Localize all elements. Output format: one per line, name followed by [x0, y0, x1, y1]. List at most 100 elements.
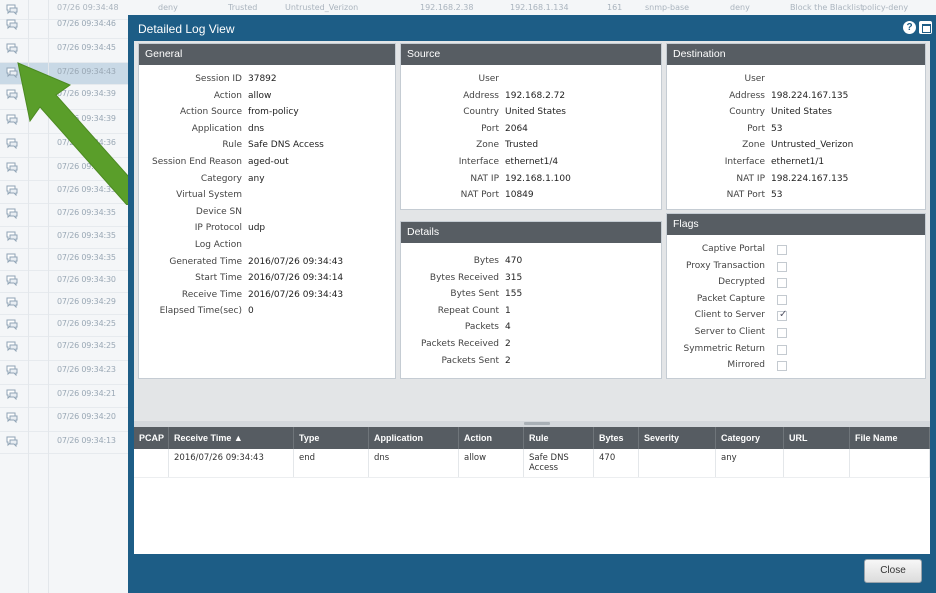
column-header[interactable]: Severity — [639, 427, 716, 449]
flag-label: Client to Server — [694, 310, 765, 321]
log-cell-action: deny — [158, 3, 178, 12]
flags-header: Flags — [667, 214, 925, 235]
general-label: Receive Time — [181, 289, 242, 300]
grid-column — [784, 449, 850, 477]
flags-panel: Flags Captive Portal Proxy Transaction Dec… — [666, 213, 926, 379]
detail-view-icon[interactable] — [6, 389, 18, 400]
destination-label: Country — [729, 107, 765, 118]
detail-view-icon[interactable] — [6, 4, 18, 15]
destination-value: ethernet1/1 — [771, 157, 825, 167]
detail-view-icon[interactable] — [6, 297, 18, 308]
flag-row: Mirrored — [667, 360, 925, 376]
general-value: udp — [248, 223, 266, 234]
column-header[interactable]: Receive Time ▲ — [169, 427, 294, 449]
column-header[interactable]: Category — [716, 427, 784, 449]
column-header[interactable]: Application — [369, 427, 459, 449]
general-value: from-policy — [248, 107, 299, 118]
flag-label: Decrypted — [718, 277, 765, 288]
grid-cell: end — [299, 453, 316, 463]
flag-checkbox[interactable] — [777, 278, 787, 289]
help-icon[interactable]: ? — [903, 21, 916, 34]
flag-checkbox[interactable] — [777, 261, 787, 272]
source-row: Address 192.168.2.72 — [401, 91, 661, 107]
grid-cell: dns — [374, 453, 390, 463]
general-label: IP Protocol — [194, 223, 242, 234]
source-row: User — [401, 74, 661, 90]
detail-view-icon[interactable] — [6, 185, 18, 196]
destination-row: NAT Port 53 — [667, 190, 925, 206]
flag-row: Proxy Transaction — [667, 261, 925, 277]
maximize-icon[interactable] — [919, 21, 932, 34]
grid-row-divider — [134, 477, 930, 478]
detail-view-icon[interactable] — [6, 208, 18, 219]
flag-row: Server to Client — [667, 327, 925, 343]
column-header[interactable]: PCAP — [134, 427, 169, 449]
log-receive-time: 07/26 09:34:36 — [57, 162, 116, 171]
flag-checkbox[interactable] — [777, 344, 787, 355]
flag-checkbox[interactable] — [777, 309, 787, 322]
general-label: Generated Time — [169, 256, 242, 267]
log-receive-time: 07/26 09:34:29 — [57, 297, 116, 306]
detail-view-icon[interactable] — [6, 114, 18, 125]
general-value: aged-out — [248, 157, 289, 167]
log-receive-time: 07/26 09:34:39 — [57, 114, 116, 123]
details-value: 315 — [505, 272, 523, 283]
detail-view-icon[interactable] — [6, 138, 18, 149]
detail-view-icon[interactable] — [6, 412, 18, 423]
detail-view-icon[interactable] — [6, 341, 18, 352]
details-header: Details — [401, 222, 661, 243]
log-receive-time: 07/26 09:34:39 — [57, 89, 116, 98]
detail-view-icon[interactable] — [6, 89, 18, 100]
log-receive-time: 07/26 09:34:35 — [57, 185, 116, 194]
log-cell-port: 161 — [607, 3, 623, 12]
details-label: Packets Received — [421, 339, 499, 349]
close-button[interactable]: Close — [864, 559, 922, 583]
details-panel: Details Bytes 470 Bytes Received 315 Bytes S… — [400, 221, 662, 379]
detail-view-icon[interactable] — [6, 67, 18, 78]
detail-view-icon[interactable] — [6, 19, 18, 30]
detail-view-icon[interactable] — [6, 43, 18, 54]
flag-label: Mirrored — [727, 360, 765, 371]
details-label: Packets — [464, 322, 499, 333]
column-header[interactable]: Bytes — [594, 427, 639, 449]
details-label: Packets Sent — [441, 355, 499, 366]
column-header[interactable]: Action — [459, 427, 524, 449]
flag-checkbox[interactable] — [777, 245, 787, 255]
general-label: Start Time — [195, 273, 242, 284]
general-row: Elapsed Time(sec) 0 — [139, 306, 395, 322]
log-cell-source: 192.168.2.38 — [420, 3, 474, 12]
details-row: Packets Received 2 — [401, 339, 661, 355]
flag-checkbox[interactable] — [777, 294, 787, 305]
column-header[interactable]: Rule — [524, 427, 594, 449]
detail-view-icon[interactable] — [6, 275, 18, 286]
log-receive-time: 07/26 09:34:13 — [57, 436, 116, 445]
flag-checkbox[interactable] — [777, 361, 787, 372]
destination-value: 53 — [771, 123, 783, 134]
destination-row: Zone Untrusted_Verizon — [667, 140, 925, 156]
destination-panel: Destination User Address 198.224.167.135 Co… — [666, 43, 926, 210]
general-row: Receive Time 2016/07/26 09:34:43 — [139, 290, 395, 306]
general-label: Elapsed Time(sec) — [159, 306, 242, 317]
source-row: NAT IP 192.168.1.100 — [401, 174, 661, 190]
log-receive-time: 07/26 09:34:30 — [57, 275, 116, 284]
column-header[interactable]: Type — [294, 427, 369, 449]
source-label: Interface — [458, 157, 499, 167]
detail-view-icon[interactable] — [6, 162, 18, 173]
detail-view-icon[interactable] — [6, 319, 18, 330]
source-value: 192.168.1.100 — [505, 173, 571, 184]
source-row: Port 2064 — [401, 124, 661, 140]
column-header[interactable]: File Name — [850, 427, 930, 449]
column-header[interactable]: URL — [784, 427, 850, 449]
general-row: Virtual System — [139, 190, 395, 206]
detail-view-icon[interactable] — [6, 365, 18, 376]
detail-view-icon[interactable] — [6, 253, 18, 264]
detail-view-icon[interactable] — [6, 436, 18, 447]
general-label: Action — [213, 90, 242, 101]
general-value: Safe DNS Access — [248, 140, 324, 151]
destination-label: Interface — [724, 157, 765, 167]
general-header: General — [139, 44, 395, 65]
flag-checkbox[interactable] — [777, 328, 787, 338]
detail-view-icon[interactable] — [6, 231, 18, 242]
details-label: Bytes Received — [429, 272, 499, 283]
general-row: Start Time 2016/07/26 09:34:14 — [139, 273, 395, 289]
